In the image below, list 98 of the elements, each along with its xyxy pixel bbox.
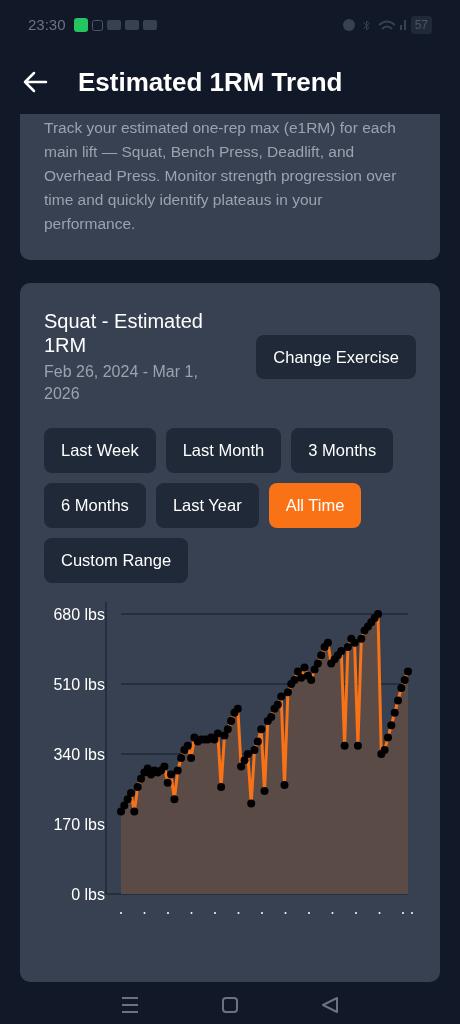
data-point [163,778,172,787]
alarm-icon [342,19,355,31]
date-range: Feb 26, 2024 - Mar 1, 2026 [44,362,199,404]
card-title: Squat - Estimated 1RM [44,309,204,357]
data-point [277,692,286,701]
data-point [120,801,129,810]
data-point [227,717,236,726]
change-exercise-button[interactable]: Change Exercise [256,335,416,379]
data-point [283,688,292,697]
data-point [310,665,319,674]
bluetooth-icon [362,19,370,31]
data-point [223,725,232,734]
range-tab[interactable]: Last Year [155,483,259,528]
description-text: Track your estimated one-rep max (e1RM) for each main lift — Squat, Bench Press, Deadlift, and Overhead Press. Monitor strength progression over time and quickly identify plateaus in your performance. [44,118,398,234]
x-tick-mark [411,912,413,914]
data-point [217,782,226,791]
camera-app-icon [91,19,103,31]
data-point [187,754,196,763]
range-tab[interactable]: Custom Range [44,538,189,583]
data-point [260,787,269,796]
range-tab[interactable]: 3 Months [291,428,394,473]
video-app-icon [142,20,157,30]
data-point [290,675,299,684]
data-point [183,741,192,750]
menu-icon[interactable] [121,996,139,1014]
status-time: 23:30 [28,14,66,35]
data-point [267,712,276,721]
x-tick-mark [143,912,146,914]
wifi-icon [377,20,396,30]
x-tick-mark [261,912,263,914]
data-point [400,675,409,684]
data-point [233,704,242,713]
data-point [133,782,142,791]
video-app-icon [124,20,139,30]
data-point [384,733,392,742]
data-point [253,737,262,746]
x-tick-mark [284,912,287,914]
x-tick-mark [402,912,404,914]
data-point [297,673,306,682]
x-tick-mark [214,912,216,914]
range-tab[interactable]: Last Week [44,428,156,473]
x-tick-mark [378,912,381,914]
data-point [397,684,406,693]
y-axis-label: 0 lbs [71,886,105,903]
video-app-icon [106,20,121,30]
data-point [340,741,349,750]
data-point [123,795,132,804]
data-point [173,766,182,775]
y-axis-label: 170 lbs [53,816,105,833]
data-point [273,700,282,709]
data-point [130,807,139,816]
x-tick-mark [190,912,193,914]
data-point [293,667,302,676]
data-point [177,754,186,763]
data-point [220,731,229,740]
signal-icon [399,20,407,30]
data-point [167,770,176,779]
data-point [170,795,179,804]
x-tick-mark [237,912,240,914]
data-point [390,708,399,717]
data-point [213,729,222,738]
data-point [160,762,169,771]
data-point [317,651,326,660]
data-point [357,634,366,643]
data-point [247,799,256,808]
y-axis-label: 680 lbs [53,606,105,623]
data-point [210,735,219,744]
x-tick-mark [331,912,334,914]
x-tick-mark [355,912,357,914]
data-point [143,764,152,773]
data-point [280,780,289,789]
back-icon[interactable] [321,996,339,1014]
range-tab[interactable]: Last Month [165,428,282,473]
x-tick-mark [120,912,122,914]
back-arrow-icon[interactable] [22,71,48,93]
data-point [300,663,309,672]
range-tab[interactable]: 6 Months [44,483,146,528]
home-icon[interactable] [221,996,239,1014]
data-point [337,647,346,656]
data-point [323,638,332,647]
data-point [257,725,266,734]
data-point [237,762,246,771]
app-notification-icon [73,18,88,32]
data-point [240,756,249,765]
data-point [380,745,389,754]
x-tick-mark [308,912,310,914]
data-point [353,741,362,750]
data-point [313,659,322,668]
data-point [350,638,359,647]
data-point [250,745,259,754]
y-axis-label: 510 lbs [53,676,105,693]
data-point [394,696,402,705]
y-axis-label: 340 lbs [53,746,105,763]
data-point [387,721,396,730]
page-title: Estimated 1RM Trend [78,65,343,99]
x-tick-mark [167,912,169,914]
data-point [343,642,352,651]
data-point [307,675,316,684]
